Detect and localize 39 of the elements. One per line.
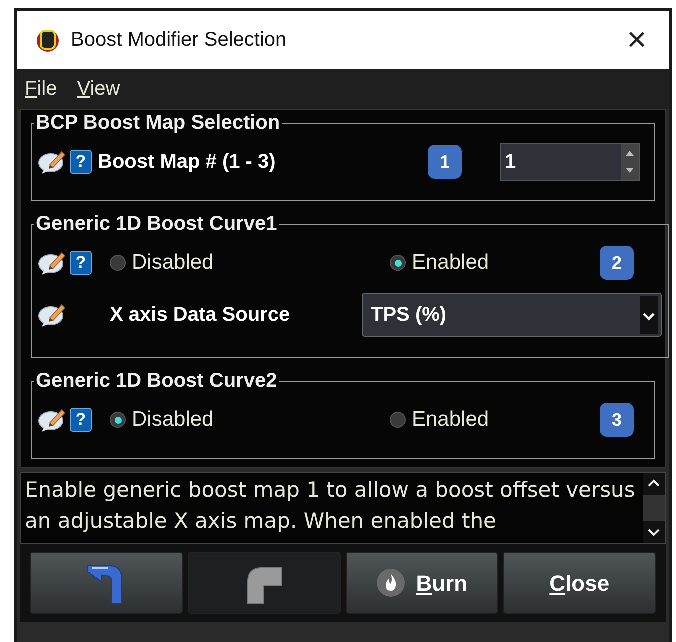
scroll-up-icon[interactable] xyxy=(643,473,665,495)
data-source-dropdown[interactable]: TPS (%) xyxy=(362,293,662,337)
note-pencil-icon[interactable] xyxy=(38,250,68,276)
action-button[interactable]: Burn xyxy=(346,552,498,614)
number-spin-field[interactable]: 1 xyxy=(500,143,640,181)
action-button[interactable]: Close xyxy=(503,552,656,614)
group-title: Generic 1D Boost Curve2 xyxy=(35,369,278,394)
group-title: BCP Boost Map Selection xyxy=(35,111,282,136)
window-title: Boost Modifier Selection xyxy=(71,28,288,53)
help-icon[interactable]: ? xyxy=(70,150,92,174)
app-logo-icon xyxy=(35,27,61,53)
radio-button[interactable] xyxy=(390,255,406,271)
radio-label[interactable]: Disabled xyxy=(132,404,214,436)
scrollbar[interactable] xyxy=(643,473,665,543)
field-label: X axis Data Source xyxy=(110,303,292,328)
step-badge: 1 xyxy=(428,145,462,179)
scroll-down-icon[interactable] xyxy=(643,521,665,543)
close-button[interactable]: × xyxy=(623,23,651,57)
radio-label[interactable]: Enabled xyxy=(412,404,490,436)
chevron-down-icon[interactable] xyxy=(640,296,658,334)
flame-icon xyxy=(376,568,406,598)
field-label: Boost Map # (1 - 3) xyxy=(98,150,277,175)
radio-label[interactable]: Disabled xyxy=(132,247,214,279)
help-icon[interactable]: ? xyxy=(70,251,92,275)
menu-item[interactable]: File xyxy=(25,74,58,104)
help-text: Enable generic boost map 1 to allow a boost offset versus an adjustable X axis map. When enabled the xyxy=(24,477,636,535)
note-pencil-icon[interactable] xyxy=(38,302,68,328)
radio-label[interactable]: Enabled xyxy=(412,247,490,279)
note-pencil-icon[interactable] xyxy=(38,407,68,433)
radio-button[interactable] xyxy=(110,255,126,271)
radio-button[interactable] xyxy=(390,412,406,428)
radio-button[interactable] xyxy=(110,412,126,428)
step-badge: 3 xyxy=(600,403,634,437)
note-pencil-icon[interactable] xyxy=(38,149,68,175)
undo-button[interactable] xyxy=(30,552,183,614)
group-title: Generic 1D Boost Curve1 xyxy=(35,212,278,237)
menu-item[interactable]: View xyxy=(77,74,120,104)
step-badge: 2 xyxy=(600,246,634,280)
help-icon[interactable]: ? xyxy=(70,408,92,432)
